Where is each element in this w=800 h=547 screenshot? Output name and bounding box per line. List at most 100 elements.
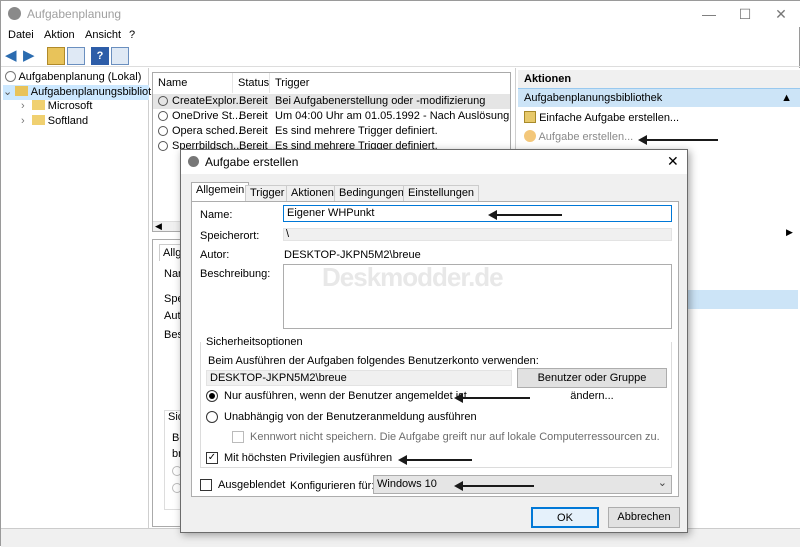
checkbox-no-password[interactable] bbox=[232, 431, 244, 443]
ok-label: OK bbox=[557, 512, 573, 524]
menu-aktion[interactable]: Aktion bbox=[44, 29, 75, 41]
tree-root-label: Aufgabenplanung (Lokal) bbox=[18, 71, 142, 83]
location-value-field: \ bbox=[283, 228, 672, 241]
help-icon[interactable]: ? bbox=[91, 47, 109, 65]
chevron-down-icon: ⌄ bbox=[3, 86, 13, 98]
tree-item-softland[interactable]: › Softland bbox=[21, 114, 88, 129]
change-user-button[interactable]: Benutzer oder Gruppe ändern... bbox=[517, 368, 667, 402]
menu-bar: Datei Aktion Ansicht ? bbox=[1, 27, 800, 45]
chevron-right-icon: › bbox=[21, 100, 25, 112]
author-label: Autor: bbox=[200, 249, 230, 261]
table-row[interactable]: OneDrive St... Bereit Um 04:00 Uhr am 01… bbox=[153, 109, 510, 124]
checkbox-hidden[interactable] bbox=[200, 479, 212, 491]
col-header-name[interactable]: Name bbox=[153, 73, 233, 93]
console-icon[interactable] bbox=[67, 47, 85, 65]
radio-logged-on-label: Nur ausführen, wenn der Benutzer angemel… bbox=[224, 390, 467, 402]
chevron-right-icon: › bbox=[21, 115, 25, 127]
chevron-down-icon: ⌄ bbox=[657, 477, 667, 489]
actions-header: Aktionen bbox=[518, 70, 800, 89]
location-value: \ bbox=[286, 228, 290, 240]
tree-library-label: Aufgabenplanungsbibliot bbox=[30, 86, 152, 98]
configure-label: Konfigurieren für: bbox=[290, 480, 375, 492]
menu-ansicht[interactable]: Ansicht bbox=[85, 29, 121, 41]
radio-logged-on[interactable] bbox=[206, 390, 218, 402]
checkbox-highest-privileges[interactable]: ✓ bbox=[206, 452, 218, 464]
watermark-logo: Deskmodder.de bbox=[322, 262, 504, 292]
table-row[interactable]: CreateExplor... Bereit Bei Aufgabenerste… bbox=[153, 94, 510, 109]
name-input[interactable]: Eigener WHPunkt bbox=[283, 205, 672, 222]
name-input-value: Eigener WHPunkt bbox=[287, 207, 375, 219]
tree-microsoft-label: Microsoft bbox=[47, 100, 93, 112]
radio-independent[interactable] bbox=[206, 411, 218, 423]
dialog-close-icon[interactable]: ✕ bbox=[667, 153, 679, 170]
tree-softland-label: Softland bbox=[47, 115, 89, 127]
action-create-task[interactable]: Aufgabe erstellen... bbox=[524, 130, 633, 143]
table-row[interactable]: Opera sched... Bereit Es sind mehrere Tr… bbox=[153, 124, 510, 139]
window-title: Aufgabenplanung bbox=[27, 7, 122, 21]
annotation-arrow bbox=[398, 455, 472, 465]
close-button[interactable]: ✕ bbox=[763, 1, 799, 27]
folder-icon bbox=[31, 115, 45, 125]
clock-icon bbox=[524, 130, 536, 142]
tab-aktionen[interactable]: Aktionen bbox=[286, 185, 339, 201]
action-label: Einfache Aufgabe erstellen... bbox=[539, 112, 680, 124]
task-icon bbox=[158, 96, 168, 106]
name-label: Name: bbox=[200, 209, 233, 221]
back-icon[interactable]: ◀ bbox=[5, 47, 23, 65]
task-icon bbox=[158, 126, 168, 136]
account-value: DESKTOP-JKPN5M2\breue bbox=[210, 372, 347, 384]
dialog-title-bar: Aufgabe erstellen ✕ bbox=[181, 150, 687, 174]
account-prompt: Beim Ausführen der Aufgaben folgendes Be… bbox=[208, 355, 539, 367]
annotation-arrow bbox=[454, 393, 530, 403]
wizard-icon bbox=[524, 111, 536, 123]
menu-help[interactable]: ? bbox=[129, 29, 135, 41]
task-trigger: Um 04:00 Uhr am 01.05.1992 - Nach Auslös… bbox=[275, 110, 510, 122]
ok-button[interactable]: OK bbox=[531, 507, 599, 528]
create-task-dialog: Aufgabe erstellen ✕ Allgemein Trigger Ak… bbox=[180, 149, 688, 533]
forward-icon[interactable]: ▶ bbox=[23, 47, 41, 65]
clock-icon bbox=[5, 71, 16, 82]
action-create-basic-task[interactable]: Einfache Aufgabe erstellen... bbox=[524, 111, 679, 124]
tab-allgemein[interactable]: Allgemein bbox=[191, 182, 250, 202]
tab-einstellungen[interactable]: Einstellungen bbox=[403, 185, 480, 201]
cancel-button[interactable]: Abbrechen bbox=[608, 507, 680, 528]
minimize-button[interactable]: — bbox=[691, 1, 727, 27]
location-label: Speicherort: bbox=[200, 230, 260, 242]
action-label: Aufgabe erstellen... bbox=[538, 131, 634, 143]
navigation-tree: Aufgabenplanung (Lokal) ⌄ Aufgabenplanun… bbox=[1, 68, 152, 528]
tree-item-microsoft[interactable]: › Microsoft bbox=[21, 99, 92, 114]
radio-dot bbox=[209, 393, 215, 399]
no-password-label: Kennwort nicht speichern. Die Aufgabe gr… bbox=[250, 431, 660, 443]
tab-bedingungen[interactable]: Bedingungen bbox=[334, 185, 409, 201]
clock-icon bbox=[188, 156, 199, 167]
annotation-arrow bbox=[454, 481, 534, 491]
annotation-arrow bbox=[488, 210, 562, 220]
task-trigger: Es sind mehrere Trigger definiert. bbox=[275, 125, 438, 137]
tab-trigger[interactable]: Trigger bbox=[245, 185, 290, 201]
col-header-trigger[interactable]: Trigger bbox=[270, 73, 510, 93]
task-name: CreateExplor... bbox=[172, 95, 245, 107]
menu-datei[interactable]: Datei bbox=[8, 29, 34, 41]
scroll-left-icon[interactable]: ◀ bbox=[155, 221, 162, 231]
collapse-up-icon: ▲ bbox=[781, 92, 792, 104]
chevron-right-icon[interactable]: ▶ bbox=[786, 227, 793, 238]
task-trigger: Bei Aufgabenerstellung oder -modifizieru… bbox=[275, 95, 486, 107]
tree-item-library[interactable]: ⌄ Aufgabenplanungsbibliot bbox=[3, 85, 152, 100]
task-icon bbox=[158, 141, 168, 151]
hidden-label: Ausgeblendet bbox=[218, 479, 286, 491]
task-name: OneDrive St... bbox=[172, 110, 242, 122]
tree-item-root[interactable]: Aufgabenplanung (Lokal) bbox=[5, 70, 141, 85]
panel-icon[interactable] bbox=[111, 47, 129, 65]
up-folder-icon[interactable] bbox=[47, 47, 65, 65]
section-label: Aufgabenplanungsbibliothek bbox=[524, 92, 663, 104]
col-header-status[interactable]: Status bbox=[233, 73, 270, 93]
cancel-label: Abbrechen bbox=[617, 511, 671, 523]
maximize-button[interactable]: ☐ bbox=[727, 1, 763, 27]
folder-icon bbox=[15, 86, 29, 96]
task-status: Bereit bbox=[239, 110, 268, 122]
actions-section-library[interactable]: Aufgabenplanungsbibliothek ▲ bbox=[518, 88, 800, 107]
task-status: Bereit bbox=[239, 95, 268, 107]
clock-icon bbox=[8, 7, 21, 20]
annotation-arrow bbox=[638, 135, 718, 145]
dialog-title: Aufgabe erstellen bbox=[205, 155, 299, 169]
